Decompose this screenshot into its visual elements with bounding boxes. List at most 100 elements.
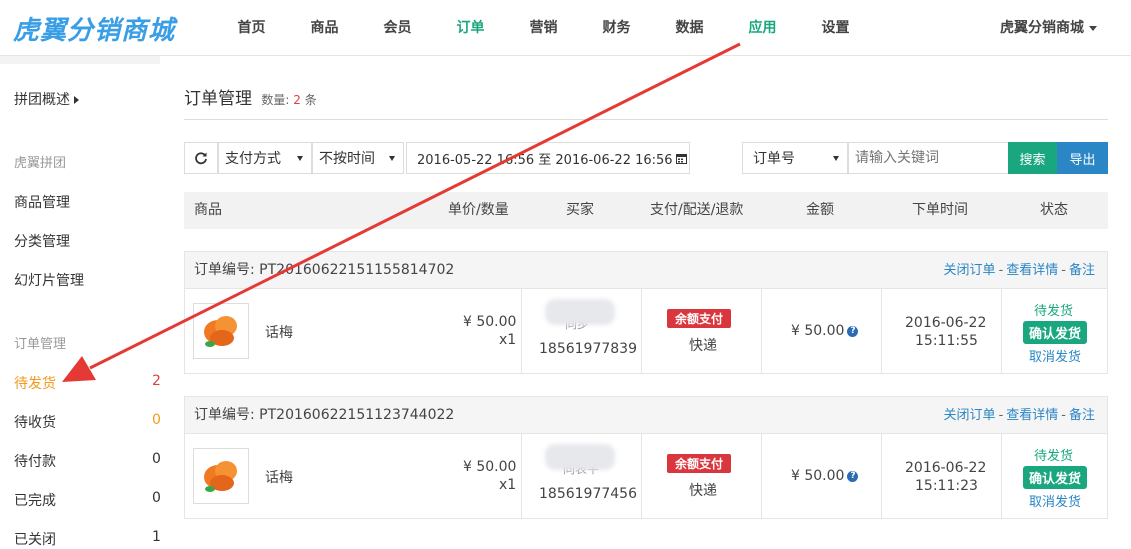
col-status: 状态 (1040, 202, 1068, 218)
divider (184, 119, 1108, 120)
col-price-qty: 单价/数量 (448, 202, 509, 218)
brand-logo[interactable]: 虎翼分销商城 (0, 0, 188, 56)
product-thumbnail[interactable] (193, 303, 249, 359)
order-card: 订单编号: PT20160622151155814702 关闭订单 - 查看详情 - 备… (184, 251, 1108, 374)
close-order-link[interactable]: 关闭订单 (944, 263, 996, 278)
confirm-ship-button[interactable]: 确认发货 (1023, 321, 1088, 344)
nav-settings[interactable]: 设置 (799, 0, 872, 56)
unit-price: ¥ 50.00 (463, 459, 517, 475)
order-actions: 关闭订单 - 查看详情 - 备注 (944, 252, 1095, 289)
amount-value: ¥ 50.00 (791, 323, 845, 339)
main-nav: 首页 商品 会员 订单 营销 财务 数据 应用 设置 (215, 0, 872, 56)
count-value: 2 (293, 93, 301, 107)
buyer-phone: 18561977839 (539, 341, 637, 357)
table-header: 商品 单价/数量 买家 支付/配送/退款 金额 下单时间 状态 (184, 192, 1108, 229)
cell-divider (641, 434, 642, 518)
delivery-method: 快递 (689, 483, 717, 499)
count-badge: 0 (152, 451, 161, 467)
order-row: 话梅 ¥ 50.00 x1 同步 18561977839 余额支付 快递 ¥ 5… (185, 289, 1107, 373)
time-select[interactable]: 不按时间 (312, 142, 404, 174)
nav-apps[interactable]: 应用 (726, 0, 799, 56)
cancel-ship-link[interactable]: 取消发货 (1029, 346, 1081, 365)
cell-divider (1001, 434, 1002, 518)
amount-value: ¥ 50.00 (791, 468, 845, 484)
sidebar-item-overview[interactable]: 拼团概述 (14, 89, 79, 109)
order-number: 订单编号: PT20160622151155814702 (194, 262, 455, 278)
cell-divider (1001, 289, 1002, 373)
nav-data[interactable]: 数据 (653, 0, 726, 56)
dropdown-caret-icon (389, 156, 395, 161)
sidebar-item-categories[interactable]: 分类管理 (14, 231, 70, 251)
cell-divider (881, 434, 882, 518)
nav-marketing[interactable]: 营销 (507, 0, 580, 56)
sidebar-item-products[interactable]: 商品管理 (14, 192, 70, 212)
count-label: 数量: (261, 93, 290, 107)
help-icon[interactable]: ? (847, 325, 859, 337)
confirm-ship-button[interactable]: 确认发货 (1023, 466, 1088, 489)
quantity: x1 (499, 477, 517, 493)
cell-divider (641, 289, 642, 373)
sidebar-group-orders: 订单管理 (14, 337, 67, 352)
unit-price: ¥ 50.00 (463, 314, 517, 330)
nav-finance[interactable]: 财务 (580, 0, 653, 56)
order-amount: ¥ 50.00? (791, 468, 859, 484)
cell-divider (881, 289, 882, 373)
order-header: 订单编号: PT20160622151155814702 关闭订单 - 查看详情 - 备… (185, 252, 1107, 289)
order-date: 2016-06-22 (905, 460, 987, 476)
view-detail-link[interactable]: 查看详情 (1006, 263, 1058, 278)
search-field-select[interactable]: 订单号 (742, 142, 848, 174)
col-order-time: 下单时间 (912, 202, 968, 218)
sidebar-item-slides[interactable]: 幻灯片管理 (14, 270, 84, 290)
order-date: 2016-06-22 (905, 315, 987, 331)
date-range-input[interactable]: 2016-05-22 16:56 至 2016-06-22 16:56 (406, 142, 690, 174)
separator: - (1061, 408, 1066, 423)
export-button[interactable]: 导出 (1057, 142, 1108, 174)
nav-home[interactable]: 首页 (215, 0, 288, 56)
date-range-value: 2016-05-22 16:56 至 2016-06-22 16:56 (417, 152, 673, 168)
search-button[interactable]: 搜索 (1008, 142, 1057, 174)
quantity: x1 (499, 332, 517, 348)
col-product: 商品 (194, 202, 222, 218)
buyer-phone: 18561977456 (539, 486, 637, 502)
select-value: 不按时间 (319, 151, 375, 167)
sidebar-item-completed[interactable]: 已完成 (14, 490, 56, 510)
sidebar-item-label: 拼团概述 (14, 92, 70, 108)
nav-orders[interactable]: 订单 (434, 0, 507, 56)
count-badge: 0 (152, 490, 161, 506)
cell-divider (521, 289, 522, 373)
product-thumbnail[interactable] (193, 448, 249, 504)
status-text: 待发货 (1034, 304, 1074, 319)
col-buyer: 买家 (566, 202, 594, 218)
product-name[interactable]: 话梅 (265, 467, 293, 487)
close-order-link[interactable]: 关闭订单 (944, 408, 996, 423)
help-icon[interactable]: ? (847, 470, 859, 482)
count-badge: 0 (152, 412, 161, 428)
note-link[interactable]: 备注 (1069, 408, 1095, 423)
separator: - (1061, 263, 1066, 278)
page-title-text: 订单管理 (184, 89, 252, 109)
sidebar-item-pending-ship[interactable]: 待发货 (14, 373, 56, 393)
cancel-ship-link[interactable]: 取消发货 (1029, 491, 1081, 510)
order-amount: ¥ 50.00? (791, 323, 859, 339)
nav-members[interactable]: 会员 (361, 0, 434, 56)
view-detail-link[interactable]: 查看详情 (1006, 408, 1058, 423)
sidebar-item-closed[interactable]: 已关闭 (14, 529, 56, 549)
dropdown-caret-icon (297, 156, 303, 161)
payment-select[interactable]: 支付方式 (218, 142, 312, 174)
keyword-input[interactable] (848, 142, 1009, 174)
order-header: 订单编号: PT20160622151123744022 关闭订单 - 查看详情 - 备… (185, 397, 1107, 434)
count-unit: 条 (304, 93, 317, 107)
refresh-button[interactable] (184, 142, 218, 174)
select-value: 订单号 (753, 151, 795, 167)
shop-dropdown[interactable]: 虎翼分销商城 (1000, 0, 1097, 56)
payment-badge: 余额支付 (667, 309, 732, 328)
cell-divider (761, 289, 762, 373)
sidebar-item-pending-receive[interactable]: 待收货 (14, 412, 56, 432)
product-name[interactable]: 话梅 (265, 322, 293, 342)
nav-products[interactable]: 商品 (288, 0, 361, 56)
note-link[interactable]: 备注 (1069, 263, 1095, 278)
avatar (545, 299, 615, 325)
sidebar-item-pending-pay[interactable]: 待付款 (14, 451, 56, 471)
select-value: 支付方式 (225, 151, 281, 167)
order-row: 话梅 ¥ 50.00 x1 同表平 18561977456 余额支付 快递 ¥ … (185, 434, 1107, 518)
